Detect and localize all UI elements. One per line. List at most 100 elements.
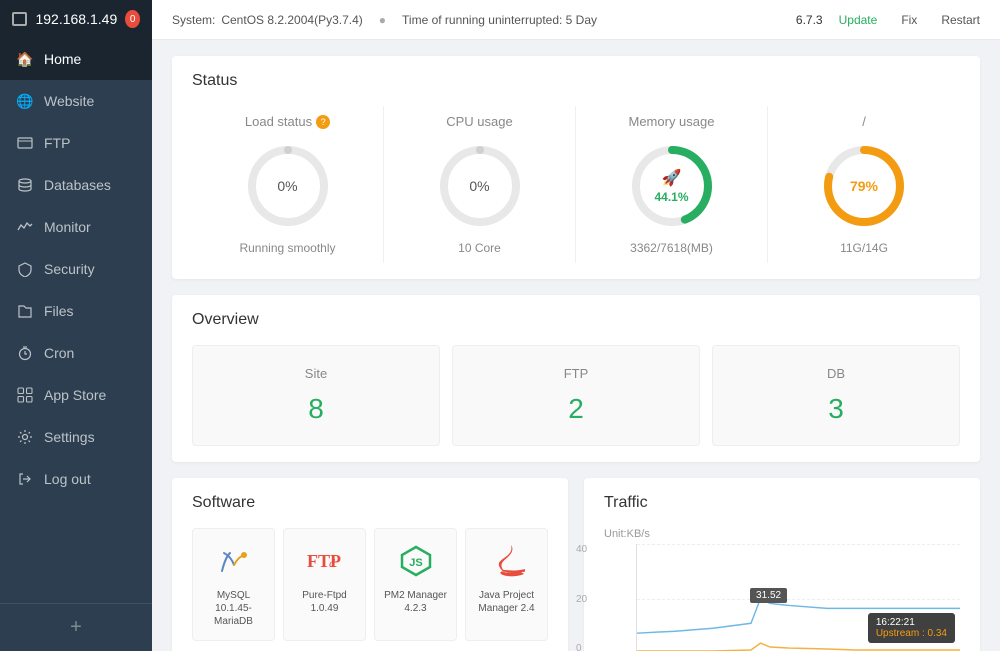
ftp-label: FTP [473, 366, 679, 381]
overview-card: Overview Site 8 FTP 2 DB 3 [172, 295, 980, 462]
topbar-dot: ● [379, 13, 386, 27]
gear-icon [16, 428, 34, 446]
ftpd-icon: FTP d [305, 541, 345, 581]
status-card: Status Load status ? 0% [172, 56, 980, 279]
status-item-load: Load status ? 0% Running smoothly [192, 106, 384, 263]
disk-label: / [862, 114, 866, 129]
svg-text:FTP: FTP [307, 551, 341, 571]
nodejs-icon: JS [396, 541, 436, 581]
disk-donut: 79% [819, 141, 909, 231]
traffic-unit: Unit:KB/s [604, 528, 960, 540]
pm2-name: PM2 Manager 4.2.3 [381, 589, 450, 615]
topbar-system: System: CentOS 8.2.2004(Py3.7.4) [172, 13, 363, 27]
load-sub: Running smoothly [239, 241, 335, 255]
sidebar: 192.168.1.49 0 🏠 Home 🌐 Website FTP Data… [0, 0, 152, 651]
overview-ftp[interactable]: FTP 2 [452, 345, 700, 446]
nav-label-ftp: FTP [44, 135, 70, 151]
nav-label-security: Security [44, 261, 95, 277]
tooltip-time: 16:22:21 [876, 617, 947, 628]
load-status-label: Load status ? [245, 114, 330, 129]
nav-label-logout: Log out [44, 471, 91, 487]
software-ftpd[interactable]: FTP d Pure-Ftpd 1.0.49 [283, 528, 366, 641]
traffic-chart-area: 31.52 16:22:21 Upstream : 0.34 [636, 544, 960, 651]
logout-icon [16, 470, 34, 488]
add-button[interactable]: + [0, 603, 152, 651]
bottom-row: Software MySQL 10.1.45-MariaDB [172, 478, 980, 651]
overview-site[interactable]: Site 8 [192, 345, 440, 446]
nav-label-settings: Settings [44, 429, 95, 445]
sidebar-ip: 192.168.1.49 [35, 11, 117, 27]
sidebar-item-ftp[interactable]: FTP [0, 122, 152, 164]
topbar-version: 6.7.3 [796, 13, 823, 27]
tooltip-upstream: Upstream : 0.34 [876, 628, 947, 639]
overview-grid: Site 8 FTP 2 DB 3 [192, 345, 960, 446]
status-item-cpu: CPU usage 0% 10 Core [384, 106, 576, 263]
software-java[interactable]: Java Project Manager 2.4 [465, 528, 548, 641]
software-pm2[interactable]: JS PM2 Manager 4.2.3 [374, 528, 457, 641]
help-icon[interactable]: ? [316, 115, 330, 129]
disk-sub: 11G/14G [840, 241, 888, 255]
nav-label-files: Files [44, 303, 74, 319]
nav-label-website: Website [44, 93, 94, 109]
shield-icon [16, 260, 34, 278]
ftp-value: 2 [473, 393, 679, 425]
system-label: System: [172, 13, 215, 27]
software-grid: MySQL 10.1.45-MariaDB FTP d Pure-Ftpd 1.… [192, 528, 548, 641]
topbar-restart[interactable]: Restart [941, 13, 980, 27]
site-label: Site [213, 366, 419, 381]
cpu-sub: 10 Core [458, 241, 501, 255]
svg-text:JS: JS [409, 557, 422, 569]
topbar-update[interactable]: Update [839, 13, 878, 27]
cpu-label: CPU usage [446, 114, 512, 129]
mysql-icon [214, 541, 254, 581]
sidebar-item-settings[interactable]: Settings [0, 416, 152, 458]
gridline-40 [637, 544, 960, 545]
clock-icon [16, 344, 34, 362]
traffic-card: Traffic Unit:KB/s 40 20 0 [584, 478, 980, 651]
disk-value: 79% [850, 178, 878, 194]
sidebar-item-files[interactable]: Files [0, 290, 152, 332]
software-title: Software [192, 494, 548, 512]
software-card: Software MySQL 10.1.45-MariaDB [172, 478, 568, 651]
cpu-value: 0% [469, 178, 489, 194]
nav-label-monitor: Monitor [44, 219, 91, 235]
db-label: DB [733, 366, 939, 381]
software-mysql[interactable]: MySQL 10.1.45-MariaDB [192, 528, 275, 641]
sidebar-item-cron[interactable]: Cron [0, 332, 152, 374]
topbar-fix[interactable]: Fix [901, 13, 917, 27]
status-grid: Load status ? 0% Running smoothly [192, 106, 960, 263]
sidebar-item-website[interactable]: 🌐 Website [0, 80, 152, 122]
site-value: 8 [213, 393, 419, 425]
traffic-title: Traffic [604, 494, 960, 512]
content-area: Status Load status ? 0% [152, 40, 1000, 651]
cpu-donut: 0% [435, 141, 525, 231]
uptime-text: Time of running uninterrupted: 5 Day [402, 13, 597, 27]
main-content: System: CentOS 8.2.2004(Py3.7.4) ● Time … [152, 0, 1000, 651]
java-name: Java Project Manager 2.4 [472, 589, 541, 615]
ftpd-name: Pure-Ftpd 1.0.49 [290, 589, 359, 615]
sidebar-item-monitor[interactable]: Monitor [0, 206, 152, 248]
sidebar-item-logout[interactable]: Log out [0, 458, 152, 500]
sidebar-item-appstore[interactable]: App Store [0, 374, 152, 416]
sidebar-item-security[interactable]: Security [0, 248, 152, 290]
java-icon [487, 541, 527, 581]
nav-label-home: Home [44, 51, 81, 67]
memory-value: 🚀 44.1% [654, 168, 688, 204]
status-title: Status [192, 72, 960, 90]
gridline-20 [637, 599, 960, 600]
chart-yaxis: 40 20 0 [576, 544, 587, 651]
monitor-icon [12, 12, 27, 26]
memory-sub: 3362/7618(MB) [630, 241, 713, 255]
appstore-icon [16, 386, 34, 404]
sidebar-item-home[interactable]: 🏠 Home [0, 38, 152, 80]
sidebar-item-databases[interactable]: Databases [0, 164, 152, 206]
globe-icon: 🌐 [16, 92, 34, 110]
status-item-memory: Memory usage 🚀 44.1% 3362/7618(MB) [576, 106, 768, 263]
nav-label-databases: Databases [44, 177, 111, 193]
svg-text:d: d [329, 556, 336, 570]
db-value: 3 [733, 393, 939, 425]
load-donut: 0% [243, 141, 333, 231]
monitor-nav-icon [16, 218, 34, 236]
overview-db[interactable]: DB 3 [712, 345, 960, 446]
sidebar-header: 192.168.1.49 0 [0, 0, 152, 38]
